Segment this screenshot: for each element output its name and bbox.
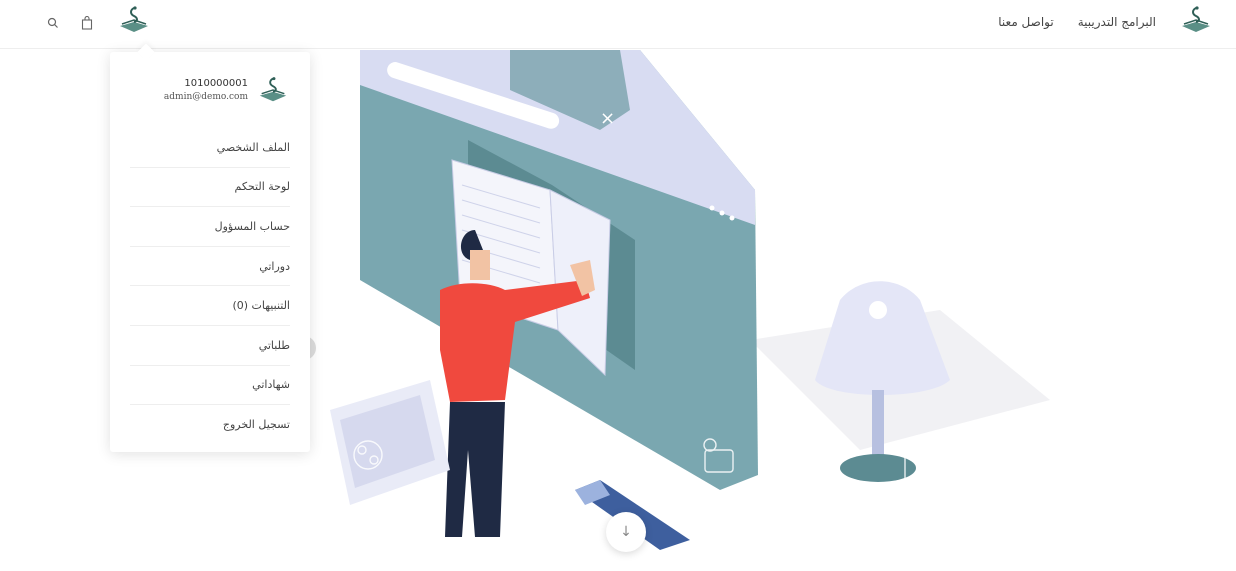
header-actions <box>44 14 96 32</box>
profile-summary: 1010000001 admin@demo.com <box>110 70 310 114</box>
user-email: admin@demo.com <box>163 92 248 102</box>
profile-avatar <box>256 74 290 104</box>
dropdown-menu-list: الملف الشخصي لوحة التحكم حساب المسؤول دو… <box>130 128 290 444</box>
menu-item-my-orders[interactable]: طلباتي <box>130 326 290 366</box>
main-nav: البرامج التدريبية تواصل معنا <box>998 15 1156 29</box>
site-logo[interactable] <box>1178 4 1214 34</box>
top-header: البرامج التدريبية تواصل معنا <box>0 0 1236 49</box>
nav-contact-us[interactable]: تواصل معنا <box>998 15 1053 29</box>
user-phone: 1010000001 <box>184 78 248 89</box>
hero-illustration: × <box>330 50 1050 550</box>
svg-text:×: × <box>600 108 615 129</box>
user-dropdown-menu: 1010000001 admin@demo.com الملف الشخصي ل… <box>110 52 310 452</box>
menu-item-notifications[interactable]: التنبيهات (0) <box>130 286 290 326</box>
menu-item-profile[interactable]: الملف الشخصي <box>130 128 290 168</box>
menu-item-logout[interactable]: تسجيل الخروج <box>130 405 290 444</box>
menu-item-my-courses[interactable]: دوراتي <box>130 247 290 287</box>
bag-icon[interactable] <box>78 14 96 32</box>
search-icon[interactable] <box>44 14 62 32</box>
scroll-down-button[interactable]: ↓ <box>606 512 646 552</box>
menu-item-admin-account[interactable]: حساب المسؤول <box>130 207 290 247</box>
menu-item-dashboard[interactable]: لوحة التحكم <box>130 168 290 208</box>
user-avatar-logo[interactable] <box>116 4 152 34</box>
nav-training-programs[interactable]: البرامج التدريبية <box>1078 15 1156 29</box>
menu-item-my-certificates[interactable]: شهاداتي <box>130 366 290 406</box>
